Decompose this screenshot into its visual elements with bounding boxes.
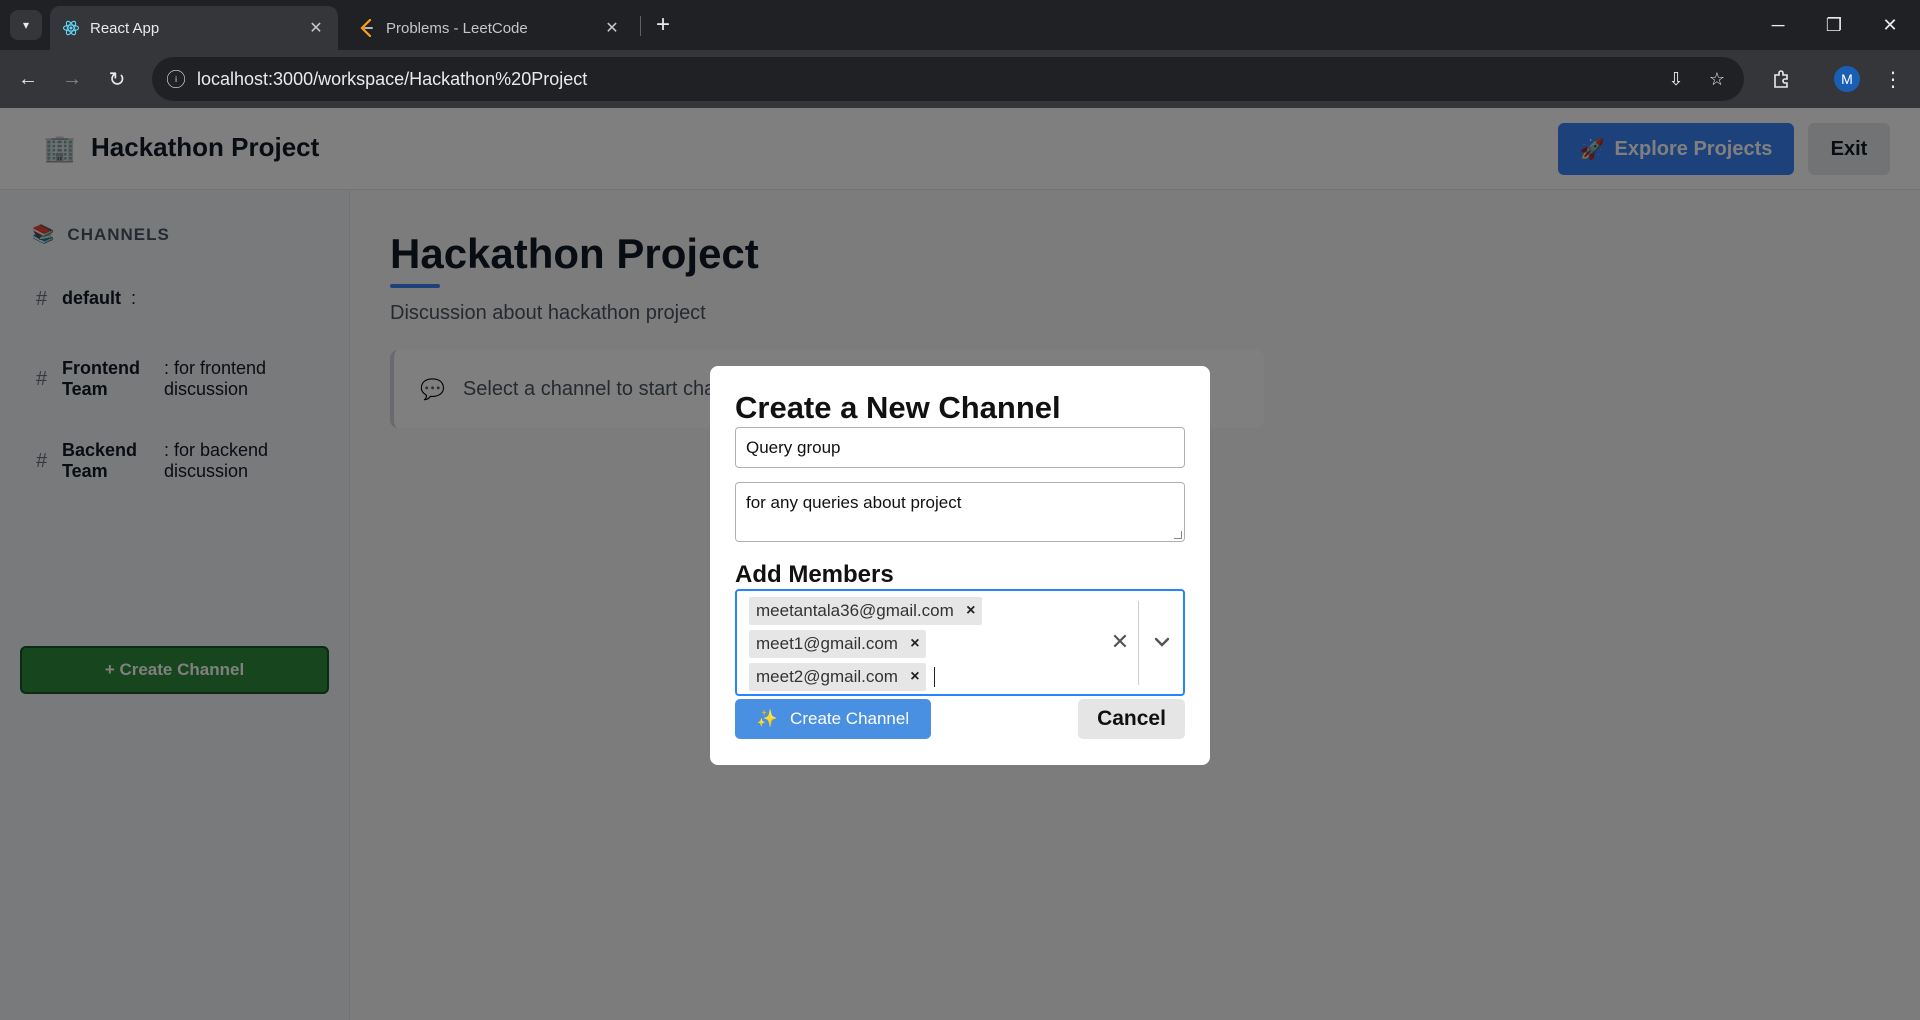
minimize-icon[interactable]: ─ <box>1758 10 1798 40</box>
remove-member-icon[interactable]: × <box>904 663 926 691</box>
indicator-separator <box>1138 601 1139 685</box>
chevron-down-icon[interactable] <box>1149 629 1175 655</box>
member-email: meet2@gmail.com <box>756 667 898 686</box>
create-channel-submit-button[interactable]: ✨ Create Channel <box>735 699 931 739</box>
address-bar[interactable]: i localhost:3000/workspace/Hackathon%20P… <box>152 57 1744 101</box>
selected-members: meetantala36@gmail.com × meet1@gmail.com… <box>749 597 1089 696</box>
remove-member-icon[interactable]: × <box>904 630 926 658</box>
browser-tabbar: ▾ React App ✕ Problems - LeetCode ✕ + ─ … <box>0 0 1920 50</box>
clear-all-icon[interactable]: ✕ <box>1107 629 1133 655</box>
react-icon <box>62 19 80 37</box>
members-search-input[interactable] <box>933 667 935 687</box>
site-info-icon[interactable]: i <box>167 70 185 88</box>
close-tab-icon[interactable]: ✕ <box>602 18 622 38</box>
create-channel-label: Create Channel <box>790 709 910 728</box>
sparkles-icon: ✨ <box>756 709 779 728</box>
remove-member-icon[interactable]: × <box>960 597 982 625</box>
browser-toolbar: ← → ↻ i localhost:3000/workspace/Hackath… <box>0 50 1920 108</box>
url-text[interactable]: localhost:3000/workspace/Hackathon%20Pro… <box>197 69 587 90</box>
resize-grip-icon[interactable] <box>1174 531 1182 539</box>
new-tab-plus-icon[interactable]: + <box>650 11 676 38</box>
browser-tab-react-app[interactable]: React App ✕ <box>50 6 338 50</box>
extensions-puzzle-icon[interactable] <box>1766 63 1798 95</box>
tab-title: Problems - LeetCode <box>386 19 528 37</box>
install-app-icon[interactable]: ⇩ <box>1662 65 1690 93</box>
members-multiselect[interactable]: meetantala36@gmail.com × meet1@gmail.com… <box>735 589 1185 696</box>
leetcode-icon <box>358 19 376 37</box>
tab-title: React App <box>90 19 160 37</box>
forward-arrow-icon[interactable]: → <box>56 63 88 95</box>
restore-icon[interactable]: ❐ <box>1814 10 1854 40</box>
tab-search-chevron-icon[interactable]: ▾ <box>10 10 42 40</box>
browser-tab-leetcode[interactable]: Problems - LeetCode ✕ <box>346 6 634 50</box>
create-channel-modal: Create a New Channel Query group for any… <box>710 366 1210 765</box>
modal-title: Create a New Channel <box>735 390 1061 425</box>
profile-avatar[interactable]: M <box>1834 66 1860 92</box>
member-email: meetantala36@gmail.com <box>756 601 954 620</box>
bookmark-star-icon[interactable]: ☆ <box>1703 65 1731 93</box>
back-arrow-icon[interactable]: ← <box>12 63 44 95</box>
member-chip: meet2@gmail.com × <box>749 663 926 691</box>
menu-kebab-icon[interactable]: ⋮ <box>1877 63 1909 95</box>
channel-name-input[interactable]: Query group <box>735 427 1185 468</box>
close-tab-icon[interactable]: ✕ <box>306 18 326 38</box>
description-text: for any queries about project <box>746 493 962 512</box>
reload-icon[interactable]: ↻ <box>101 63 133 95</box>
member-chip: meet1@gmail.com × <box>749 630 926 658</box>
cancel-button[interactable]: Cancel <box>1078 699 1185 739</box>
member-email: meet1@gmail.com <box>756 634 898 653</box>
add-members-label: Add Members <box>735 561 894 588</box>
channel-description-textarea[interactable]: for any queries about project <box>735 482 1185 542</box>
member-chip: meetantala36@gmail.com × <box>749 597 982 625</box>
tab-divider <box>640 16 641 36</box>
close-window-icon[interactable]: ✕ <box>1870 10 1910 40</box>
